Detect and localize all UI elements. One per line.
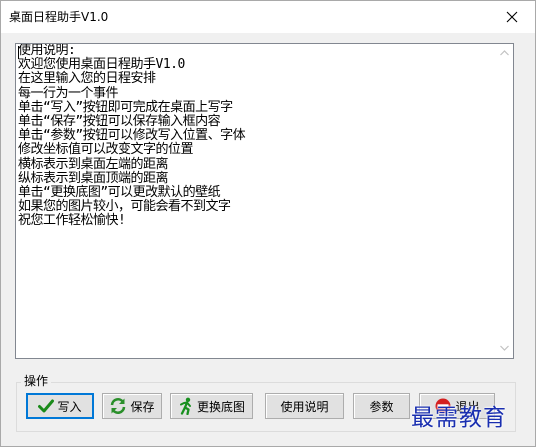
save-button[interactable]: 保存: [102, 393, 162, 419]
change-background-label: 更换底图: [196, 399, 245, 414]
write-button-label: 写入: [57, 399, 82, 414]
scroll-down-button[interactable]: [496, 339, 513, 356]
text-line: 修改坐标值可以改变文字的位置: [18, 142, 194, 158]
text-line: 纵标表示到桌面顶端的距离: [18, 170, 169, 186]
write-button[interactable]: 写入: [26, 393, 94, 419]
schedule-textarea[interactable]: 使用说明: 欢迎您使用桌面日程助手V1.0 在这里输入您的日程安排 每一行为一个事件单…: [15, 43, 514, 359]
chevron-up-icon: [500, 49, 509, 55]
refresh-icon: [109, 397, 127, 415]
scroll-up-button[interactable]: [496, 44, 513, 61]
checkmark-icon: [38, 399, 55, 413]
close-button[interactable]: [489, 1, 535, 33]
actions-group-label: 操作: [21, 374, 52, 388]
text-line: 横标表示到桌面左端的距离: [18, 156, 169, 172]
text-line: 每一行为一个事件: [18, 85, 119, 101]
vertical-scrollbar[interactable]: [496, 44, 513, 356]
text-line: 祝您工作轻松愉快!: [18, 213, 126, 229]
text-caret: [18, 46, 19, 59]
watermark-text: 最需教育: [411, 405, 507, 431]
running-man-icon: [178, 397, 194, 415]
help-button[interactable]: 使用说明: [265, 393, 344, 419]
change-background-button[interactable]: 更换底图: [170, 393, 253, 419]
chevron-down-icon: [500, 345, 509, 351]
help-button-label: 使用说明: [280, 399, 329, 414]
text-line: 在这里输入您的日程安排: [18, 71, 156, 87]
text-line: 单击“写入”按钮即可完成在桌面上写字: [18, 99, 233, 115]
schedule-text[interactable]: 使用说明: 欢迎您使用桌面日程助手V1.0 在这里输入您的日程安排 每一行为一个事件单…: [18, 44, 496, 356]
close-icon: [506, 11, 518, 23]
params-button[interactable]: 参数: [353, 393, 410, 419]
params-button-label: 参数: [369, 399, 394, 414]
window-title: 桌面日程助手V1.0: [9, 10, 109, 24]
title-bar[interactable]: 桌面日程助手V1.0: [1, 1, 535, 33]
app-window: 桌面日程助手V1.0 使用说明: 欢迎您使用桌面日程助手V1.0 在这里输入您的日程…: [0, 0, 536, 447]
save-button-label: 保存: [130, 399, 155, 414]
